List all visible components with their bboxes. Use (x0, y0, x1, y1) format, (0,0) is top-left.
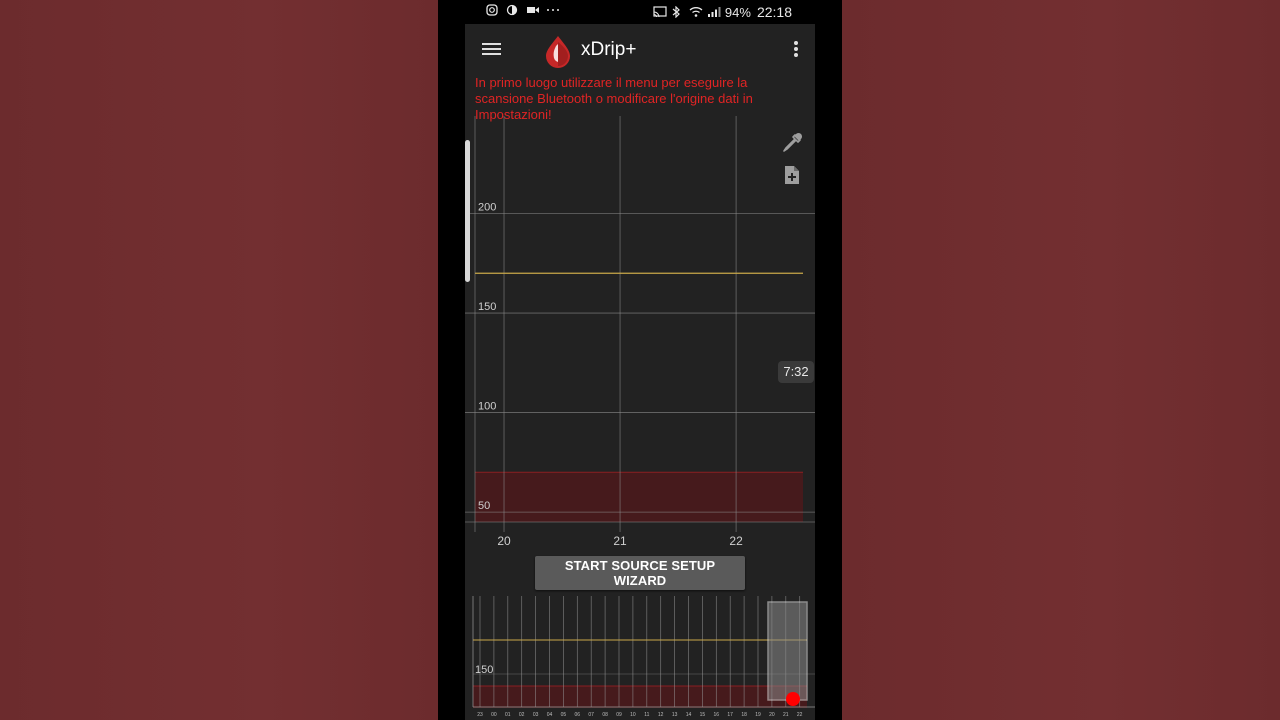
y-tick-label: 100 (478, 401, 496, 413)
mini-x-tick-label: 10 (630, 712, 636, 718)
app-title: xDrip+ (581, 39, 637, 60)
viewport-selector (767, 601, 808, 701)
wifi-icon (689, 6, 703, 18)
mini-y-tick-label: 150 (475, 664, 493, 676)
start-source-setup-wizard-button[interactable]: START SOURCE SETUP WIZARD (535, 556, 745, 590)
mini-x-tick-label: 23 (477, 712, 483, 718)
mini-x-tick-label: 03 (533, 712, 539, 718)
current-position-marker (786, 692, 800, 706)
cast-icon (653, 6, 667, 18)
video-icon (526, 4, 539, 16)
scroll-handle[interactable] (465, 140, 470, 282)
mini-x-tick-label: 02 (519, 712, 525, 718)
data-saver-icon (506, 4, 518, 16)
mini-x-tick-label: 01 (505, 712, 511, 718)
preview-chart[interactable]: 23 00 01 02 03 04 05 06 07 08 09 10 11 12 13 14 15 16 17 18… (465, 594, 815, 720)
mini-x-tick-label: 05 (561, 712, 567, 718)
mini-x-tick-label: 06 (575, 712, 581, 718)
mini-x-tick-label: 18 (741, 712, 747, 718)
more-icon (546, 4, 559, 16)
mini-x-tick-label: 00 (491, 712, 497, 718)
x-tick-label: 21 (613, 534, 627, 548)
mini-x-tick-label: 07 (588, 712, 594, 718)
y-tick-label: 150 (478, 301, 496, 313)
x-tick-label: 22 (729, 534, 743, 548)
background-left (0, 0, 438, 720)
mini-x-tick-label: 14 (686, 712, 692, 718)
x-tick-label: 20 (497, 534, 511, 548)
status-bar: 94% 22:18 (438, 0, 842, 24)
background-right (842, 0, 1280, 720)
mini-x-tick-label: 21 (783, 712, 789, 718)
status-bar-left (486, 4, 559, 16)
mini-x-tick-label: 17 (727, 712, 733, 718)
y-tick-label: 50 (478, 500, 490, 512)
battery-percentage: 94% (724, 4, 751, 20)
time-badge: 7:32 (778, 361, 814, 383)
y-tick-label: 200 (478, 202, 496, 214)
mini-x-tick-label: 16 (714, 712, 720, 718)
status-bar-right: 94% 22:18 (653, 4, 792, 20)
signal-icon (707, 6, 721, 18)
bluetooth-icon (671, 6, 683, 18)
hamburger-menu-icon[interactable] (481, 40, 503, 62)
add-note-icon[interactable] (781, 164, 803, 186)
mini-x-tick-label: 15 (700, 712, 706, 718)
xdrip-app: xDrip+ In primo luogo utilizzare il menu… (465, 24, 815, 720)
mini-x-tick-label: 12 (658, 712, 664, 718)
glucose-chart[interactable]: 200 150 100 50 20 21 22 (465, 114, 815, 554)
status-time: 22:18 (756, 4, 792, 20)
mini-x-tick-label: 09 (616, 712, 622, 718)
app-toolbar: xDrip+ (465, 24, 815, 78)
mini-x-tick-label: 13 (672, 712, 678, 718)
instagram-icon (486, 4, 498, 16)
blood-drop-icon (543, 34, 573, 68)
mini-x-tick-label: 08 (602, 712, 608, 718)
mini-low-range-band (473, 686, 807, 708)
low-range-band (475, 472, 803, 522)
mini-x-tick-label: 20 (769, 712, 775, 718)
overflow-menu-icon[interactable] (793, 41, 799, 61)
mini-x-tick-label: 11 (644, 712, 649, 718)
eyedropper-icon[interactable] (781, 132, 803, 154)
mini-x-tick-label: 22 (797, 712, 803, 718)
mini-x-tick-label: 04 (547, 712, 553, 718)
phone-screen: 94% 22:18 xDrip+ In primo luogo utilizza… (438, 0, 842, 720)
mini-x-tick-label: 19 (755, 712, 761, 718)
